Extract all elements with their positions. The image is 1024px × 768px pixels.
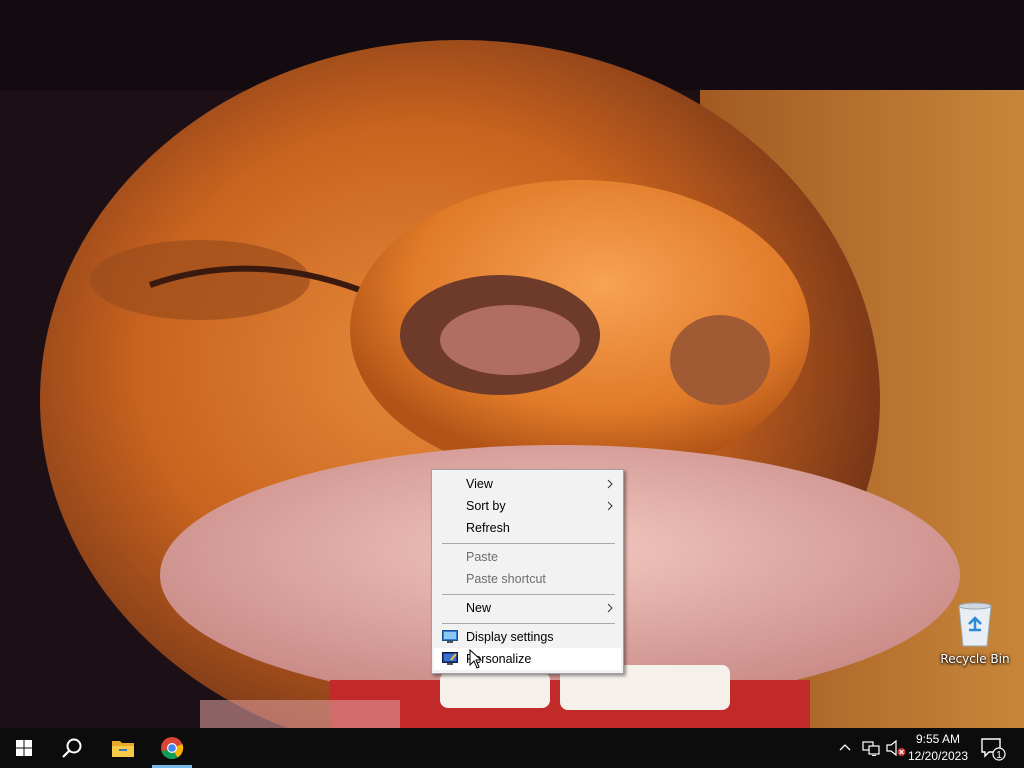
menu-separator	[442, 623, 615, 624]
chevron-right-icon	[607, 603, 613, 613]
display-settings-icon	[442, 630, 458, 643]
chevron-up-icon[interactable]	[839, 742, 851, 752]
recycle-bin-icon	[958, 602, 992, 647]
menu-item-label: View	[466, 477, 493, 491]
menu-item-display-settings[interactable]: Display settings	[434, 626, 621, 648]
folder-icon	[112, 741, 134, 757]
personalize-icon	[442, 652, 458, 665]
recycle-bin-label: Recycle Bin	[940, 652, 1010, 666]
recycle-bin-shortcut[interactable]: Recycle Bin	[938, 600, 1012, 666]
menu-item-label: Paste shortcut	[466, 572, 546, 586]
chrome-icon	[161, 737, 184, 760]
mouse-cursor	[469, 649, 483, 669]
menu-item-paste[interactable]: Paste	[434, 546, 621, 568]
search-icon	[62, 738, 82, 758]
windows-logo-icon	[16, 740, 32, 756]
network-icon[interactable]	[862, 739, 880, 757]
menu-item-label: New	[466, 601, 492, 615]
notification-icon: 1	[981, 738, 1006, 761]
notification-count: 1	[996, 750, 1002, 761]
menu-item-sort-by[interactable]: Sort by	[434, 495, 621, 517]
menu-separator	[442, 543, 615, 544]
menu-item-label: Display settings	[466, 630, 554, 644]
menu-item-view[interactable]: View	[434, 473, 621, 495]
chrome-button[interactable]	[152, 728, 192, 768]
chevron-right-icon	[607, 501, 613, 511]
taskbar: 9:55 AM 12/20/2023 1	[0, 728, 1024, 768]
menu-separator	[442, 594, 615, 595]
clock-time: 9:55 AM	[915, 732, 961, 746]
chevron-right-icon	[607, 479, 613, 489]
clock-date: 12/20/2023	[907, 749, 969, 763]
system-clock[interactable]: 9:55 AM 12/20/2023	[906, 731, 970, 765]
start-button[interactable]	[0, 728, 48, 768]
menu-item-new[interactable]: New	[434, 597, 621, 619]
menu-item-label: Sort by	[466, 499, 506, 513]
file-explorer-button[interactable]	[100, 728, 146, 768]
notification-center-button[interactable]: 1	[980, 737, 1006, 765]
search-button[interactable]	[48, 728, 96, 768]
menu-item-label: Refresh	[466, 521, 510, 535]
desktop-context-menu: View Sort by Refresh Paste Paste shortcu…	[431, 469, 624, 674]
menu-item-personalize[interactable]: Personalize	[434, 648, 621, 670]
volume-muted-icon[interactable]	[885, 739, 907, 757]
menu-item-paste-shortcut[interactable]: Paste shortcut	[434, 568, 621, 590]
desktop[interactable]: Recycle Bin View Sort by Refresh Paste P…	[0, 0, 1024, 728]
menu-item-label: Paste	[466, 550, 498, 564]
menu-item-refresh[interactable]: Refresh	[434, 517, 621, 539]
